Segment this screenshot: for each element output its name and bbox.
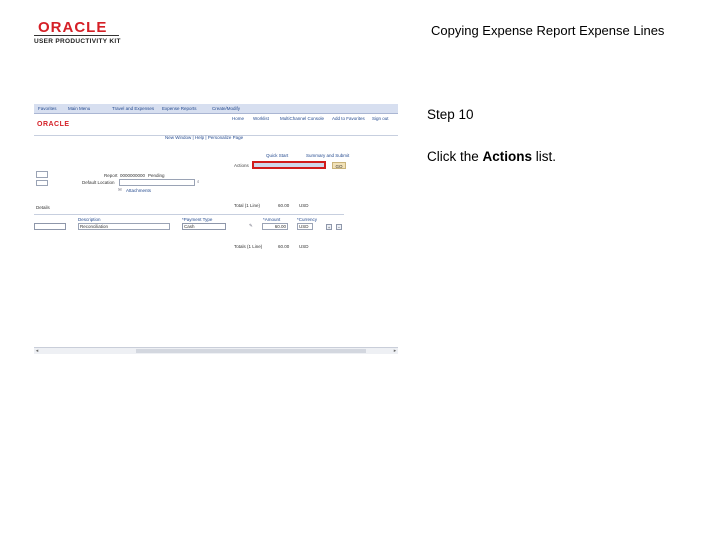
currency-field[interactable]: USD [297,223,313,230]
quick-start-link[interactable]: Quick Start [266,153,288,158]
nav-favorites[interactable]: Favorites [38,106,57,111]
total-amount: 60.00 [278,203,290,208]
nav-travel-expenses[interactable]: Travel and Expenses [112,106,154,111]
report-label: Report [104,173,118,178]
page-links[interactable]: New Window | Help | Personalize Page [165,135,243,140]
application-screenshot: Favorites Main Menu Travel and Expenses … [34,104,398,354]
nav-create-modify[interactable]: Create/Modify [212,106,240,111]
attachments-icon: ✉ [118,187,122,192]
col-amount: *Amount [263,217,281,222]
instruction-prefix: Click the [427,149,483,164]
amount-value: 60.00 [274,224,286,229]
default-location-label: Default Location [82,180,115,185]
col-description: Description [78,217,101,222]
currency-value: USD [299,224,309,229]
step-number: Step 10 [427,107,474,122]
description-value: Reconciliation [80,224,109,229]
amount-field[interactable]: 60.00 [262,223,288,230]
payment-type-value: Cash [184,224,195,229]
description-field[interactable]: Reconciliation [78,223,170,230]
scrollbar-thumb[interactable] [136,349,366,353]
footer-totals-amount: 60.00 [278,244,290,249]
col-payment-type: *Payment Type [182,217,213,222]
total-label: Total (1 Line) [234,203,261,208]
details-icon[interactable]: ✎ [249,223,253,229]
left-partial-box [36,180,48,186]
default-location-field[interactable] [119,179,195,186]
document-title: Copying Expense Report Expense Lines [431,23,665,38]
lookup-icon[interactable]: ⌕ [197,179,200,184]
instruction-suffix: list. [532,149,557,164]
grid-divider [34,214,344,215]
footer-totals-label: Totals (1 Line) [234,244,263,249]
horizontal-scrollbar[interactable]: ◂ ▸ [34,347,398,354]
logo-product-name: USER PRODUCTIVITY KIT [34,38,121,45]
nav-expense-reports[interactable]: Expense Reports [162,106,197,111]
step-instruction: Click the Actions list. [427,149,556,164]
scroll-left-icon[interactable]: ◂ [34,348,40,354]
delete-row-button[interactable]: − [336,224,342,230]
footer-totals-currency: USD [299,244,309,249]
menu-home[interactable]: Home [232,116,244,121]
report-id: 0000000000 [120,173,146,178]
add-row-button[interactable]: + [326,224,332,230]
menu-worklist[interactable]: Worklist [253,116,269,121]
logo-underline [34,35,119,36]
attachments-link[interactable]: Attachments [126,188,151,193]
menu-multichannel[interactable]: MultiChannel Console [280,116,324,121]
col-currency: *Currency [297,217,318,222]
total-currency: USD [299,203,309,208]
section-title: Details [36,205,50,210]
menu-add-favorites[interactable]: Add to Favorites [332,116,365,121]
left-partial-field[interactable] [36,171,48,178]
oracle-logo: ORACLE [38,19,108,36]
menu-sign-out[interactable]: Sign out [372,116,389,121]
nav-main-menu[interactable]: Main Menu [68,106,90,111]
scroll-right-icon[interactable]: ▸ [392,348,398,354]
summary-submit-link[interactable]: Summary and Submit [306,153,349,158]
expense-type-select[interactable] [34,223,66,230]
app-brand-logo: ORACLE [37,121,70,128]
report-status: Pending [148,173,165,178]
breadcrumb-bar: Favorites Main Menu Travel and Expenses … [34,104,398,114]
actions-select[interactable] [252,161,326,169]
instruction-emphasis: Actions [482,149,533,164]
go-button[interactable]: GO [332,162,346,169]
payment-type-select[interactable]: Cash [182,223,226,230]
actions-label: Actions [234,163,249,168]
